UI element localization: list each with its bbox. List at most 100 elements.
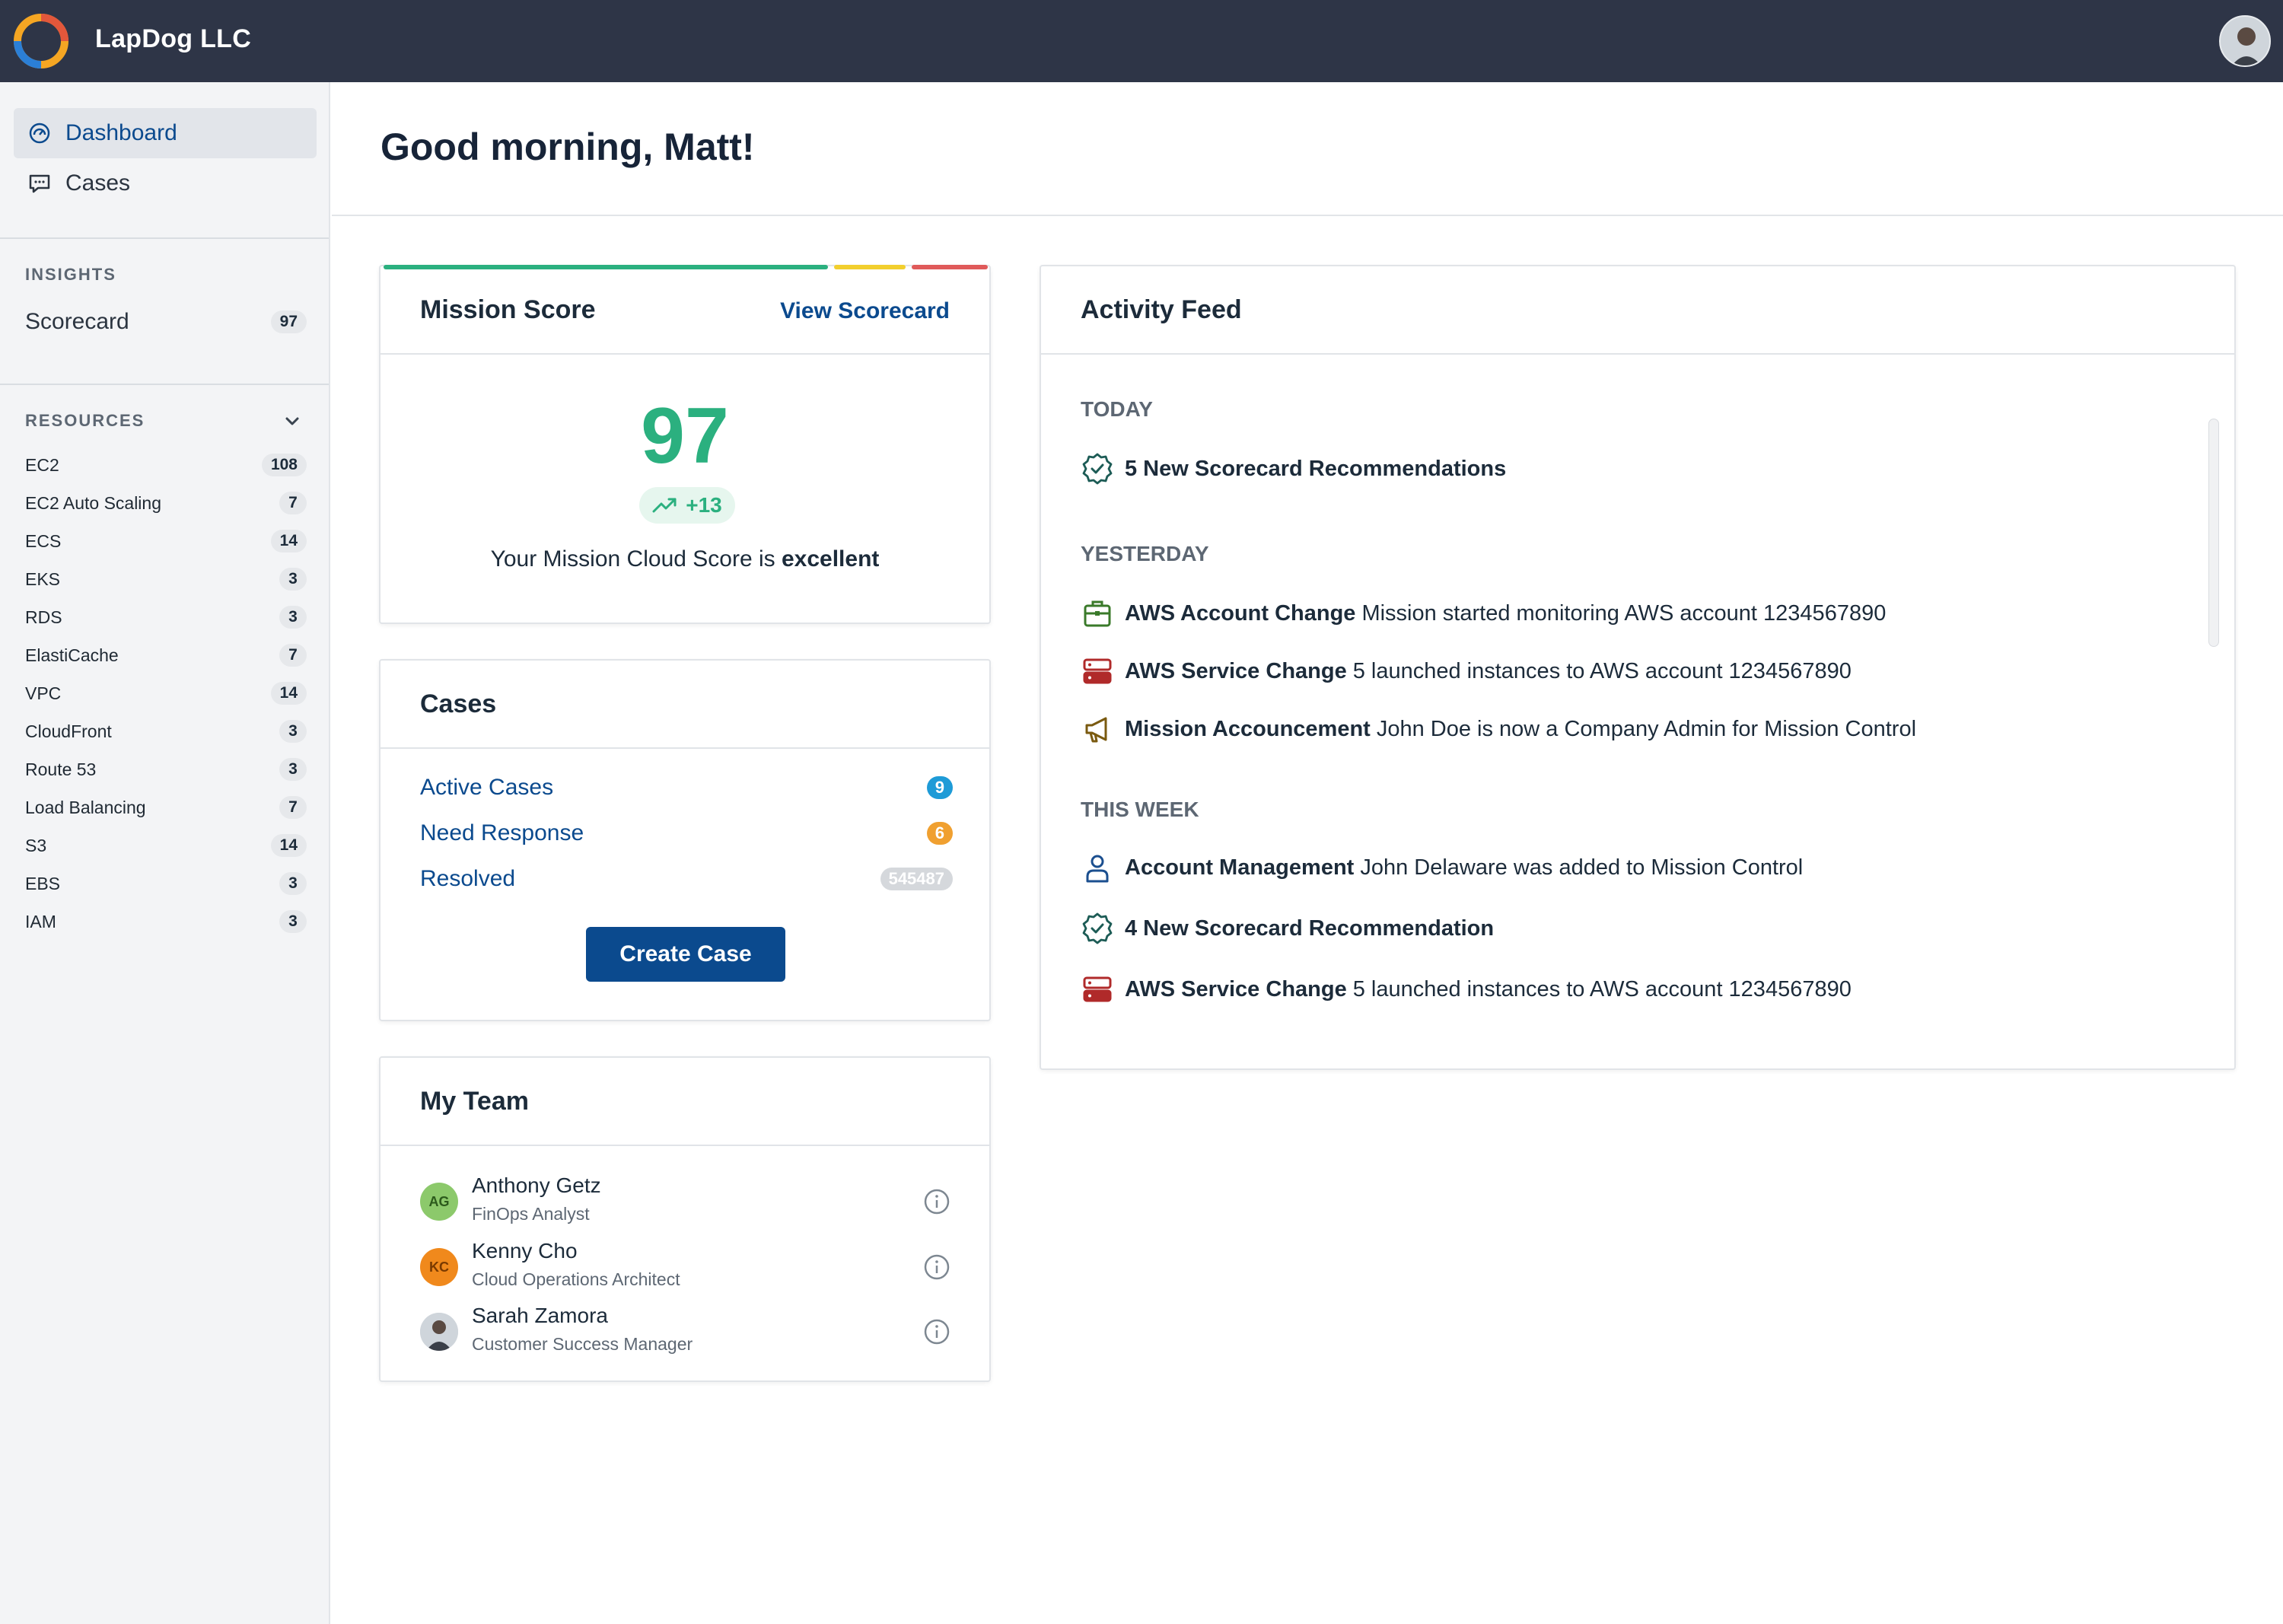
nav-dashboard[interactable]: Dashboard xyxy=(14,108,317,158)
team-member[interactable]: KC Kenny Cho Cloud Operations Architect xyxy=(420,1237,953,1298)
dashboard-icon xyxy=(29,123,50,144)
score-delta-badge: +13 xyxy=(639,487,735,524)
feed-item[interactable]: AWS Service Change 5 launched instances t… xyxy=(1081,654,1852,688)
feed-item-title: Account Management xyxy=(1125,855,1355,880)
mission-score-value: 97 xyxy=(641,392,729,480)
resource-label: RDS xyxy=(25,607,62,627)
activity-feed-title: Activity Feed xyxy=(1081,295,1242,324)
info-icon[interactable] xyxy=(922,1317,951,1346)
case-row-need-response[interactable]: Need Response 6 xyxy=(420,820,953,846)
resource-count: 3 xyxy=(279,606,307,629)
score-description-prefix: Your Mission Cloud Score is xyxy=(490,546,782,572)
server-icon xyxy=(1083,976,1112,1002)
sidebar: Dashboard Cases INSIGHTS Scorecard 97 RE… xyxy=(0,82,330,1624)
feed-item-title: AWS Account Change xyxy=(1125,600,1356,626)
resource-count: 3 xyxy=(279,758,307,781)
feed-item-text: John Delaware was added to Mission Contr… xyxy=(1360,855,1804,880)
sidebar-item-cloudfront[interactable]: CloudFront 3 xyxy=(25,712,307,750)
cases-title: Cases xyxy=(420,689,497,718)
feed-item-text: 5 launched instances to AWS account 1234… xyxy=(1352,976,1852,1001)
score-description: Your Mission Cloud Score is excellent xyxy=(380,546,989,572)
sidebar-divider xyxy=(0,384,329,385)
feed-item-title: AWS Service Change xyxy=(1125,976,1347,1001)
resource-count: 3 xyxy=(279,872,307,895)
sidebar-item-eks[interactable]: EKS 3 xyxy=(25,560,307,598)
sidebar-item-ebs[interactable]: EBS 3 xyxy=(25,865,307,903)
resource-label: Route 53 xyxy=(25,759,97,779)
check-badge-icon xyxy=(1082,912,1113,944)
feed-item-title: 5 New Scorecard Recommendations xyxy=(1125,456,1507,481)
sidebar-item-load-balancing[interactable]: Load Balancing 7 xyxy=(25,788,307,826)
card-header: Activity Feed xyxy=(1041,266,2234,355)
team-member[interactable]: Sarah Zamora Customer Success Manager xyxy=(420,1302,953,1363)
feed-item[interactable]: 5 New Scorecard Recommendations xyxy=(1081,452,1512,486)
feed-item[interactable]: Mission Accouncement John Doe is now a Co… xyxy=(1081,712,1916,746)
avatar xyxy=(420,1313,458,1351)
check-badge-icon xyxy=(1082,453,1113,485)
feed-item-title: AWS Service Change xyxy=(1125,658,1347,683)
scorecard-count: 97 xyxy=(270,310,307,333)
sidebar-divider xyxy=(0,237,329,239)
sidebar-item-route-53[interactable]: Route 53 3 xyxy=(25,750,307,788)
view-scorecard-link[interactable]: View Scorecard xyxy=(780,298,950,324)
resource-label: EC2 xyxy=(25,454,59,475)
avatar: AG xyxy=(420,1183,458,1221)
resources-title: RESOURCES xyxy=(25,411,145,430)
feed-scrollbar[interactable] xyxy=(2208,419,2219,647)
page-header: Good morning, Matt! xyxy=(332,82,2283,216)
resource-label: VPC xyxy=(25,683,62,703)
chat-icon xyxy=(29,174,50,193)
resource-count: 3 xyxy=(279,910,307,933)
create-case-button[interactable]: Create Case xyxy=(586,927,785,982)
user-avatar[interactable] xyxy=(2219,15,2271,67)
case-label: Resolved xyxy=(420,866,516,891)
feed-item[interactable]: 4 New Scorecard Recommendation xyxy=(1081,912,1500,945)
avatar: KC xyxy=(420,1248,458,1286)
sidebar-item-s3[interactable]: S3 14 xyxy=(25,826,307,865)
briefcase-icon xyxy=(1084,600,1111,627)
feed-item[interactable]: Account Management John Delaware was adde… xyxy=(1081,851,1803,884)
resource-count: 3 xyxy=(279,720,307,743)
team-title: My Team xyxy=(420,1087,529,1116)
member-name: Kenny Cho xyxy=(472,1239,578,1263)
trending-up-icon xyxy=(652,498,677,513)
mission-score-title: Mission Score xyxy=(420,295,596,324)
card-header: Cases xyxy=(380,661,989,749)
feed-item[interactable]: AWS Account Change Mission started monito… xyxy=(1081,597,1886,630)
company-name: LapDog LLC xyxy=(95,24,252,53)
info-icon[interactable] xyxy=(922,1253,951,1282)
sidebar-item-iam[interactable]: IAM 3 xyxy=(25,903,307,941)
feed-group-title: THIS WEEK xyxy=(1081,798,1199,821)
scorecard-label: Scorecard xyxy=(25,309,129,334)
info-icon[interactable] xyxy=(922,1187,951,1216)
sidebar-item-ec2-auto-scaling[interactable]: EC2 Auto Scaling 7 xyxy=(25,484,307,522)
sidebar-item-scorecard[interactable]: Scorecard 97 xyxy=(25,309,307,335)
case-label: Active Cases xyxy=(420,775,554,800)
server-icon xyxy=(1083,658,1112,684)
logo-icon[interactable] xyxy=(12,12,70,70)
nav-cases[interactable]: Cases xyxy=(14,158,317,209)
chevron-down-icon[interactable] xyxy=(282,411,303,432)
sidebar-item-rds[interactable]: RDS 3 xyxy=(25,598,307,636)
feed-item[interactable]: AWS Service Change 5 launched instances t… xyxy=(1081,973,1852,1006)
resource-count: 108 xyxy=(261,454,307,476)
resource-count: 7 xyxy=(279,644,307,667)
sidebar-item-ecs[interactable]: ECS 14 xyxy=(25,522,307,560)
feed-item-title: 4 New Scorecard Recommendation xyxy=(1125,915,1495,941)
case-row-resolved[interactable]: Resolved 545487 xyxy=(420,866,953,892)
nav-dashboard-label: Dashboard xyxy=(65,120,177,145)
cases-card: Cases Active Cases 9 Need Response 6 Res… xyxy=(379,659,991,1021)
mission-score-card: Mission Score View Scorecard 97 +13 Your… xyxy=(379,265,991,624)
feed-group-title: TODAY xyxy=(1081,397,1153,421)
feed-item-text: John Doe is now a Company Admin for Miss… xyxy=(1376,716,1917,741)
resource-count: 14 xyxy=(270,530,307,552)
page-title: Good morning, Matt! xyxy=(380,126,755,168)
resource-count: 7 xyxy=(279,796,307,819)
sidebar-item-elasticache[interactable]: ElastiCache 7 xyxy=(25,636,307,674)
member-name: Anthony Getz xyxy=(472,1173,601,1197)
team-member[interactable]: AG Anthony Getz FinOps Analyst xyxy=(420,1172,953,1233)
sidebar-item-vpc[interactable]: VPC 14 xyxy=(25,674,307,712)
sidebar-item-ec2[interactable]: EC2 108 xyxy=(25,446,307,484)
case-row-active[interactable]: Active Cases 9 xyxy=(420,775,953,801)
resource-label: IAM xyxy=(25,911,56,931)
